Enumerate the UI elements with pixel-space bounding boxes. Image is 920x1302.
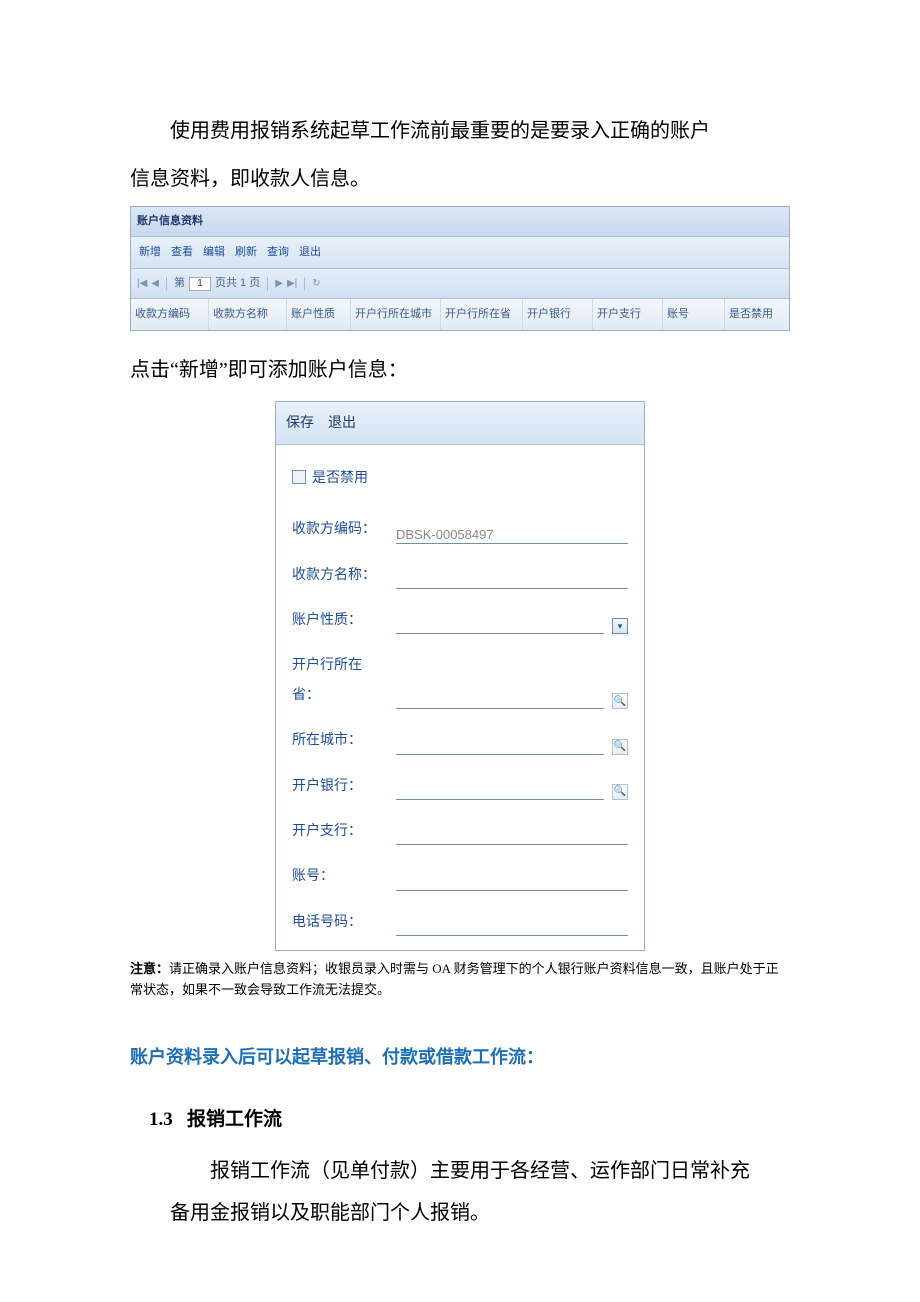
form-save-button[interactable]: 保存 xyxy=(286,408,314,437)
note: 注意：请正确录入账户信息资料；收银员录入时需与 OA 财务管理下的个人银行账户资… xyxy=(130,959,790,1001)
grid-pager: |◀ ◀ 第 页共 1 页 ▶ ▶| ↻ xyxy=(131,269,789,299)
heading-num: 1.3 xyxy=(149,1109,173,1130)
label-bank: 开户银行： xyxy=(292,771,388,800)
label-account: 账号： xyxy=(292,861,388,890)
pager-page-input[interactable] xyxy=(189,277,211,291)
toolbar-add[interactable]: 新增 xyxy=(139,241,161,264)
pager-refresh-icon[interactable]: ↻ xyxy=(312,273,320,294)
input-branch[interactable] xyxy=(396,827,628,845)
col-city[interactable]: 开户行所在城市 xyxy=(351,299,441,330)
pager-first-icon[interactable]: |◀ xyxy=(137,273,147,294)
toolbar-query[interactable]: 查询 xyxy=(267,241,289,264)
grid-title: 账户信息资料 xyxy=(131,207,789,237)
disable-label: 是否禁用 xyxy=(312,463,368,492)
pager-next-icon[interactable]: ▶ xyxy=(275,273,283,294)
input-bank[interactable] xyxy=(396,782,604,800)
body-1-3-a: 报销工作流（见单付款）主要用于各经营、运作部门日常补充 xyxy=(170,1150,790,1192)
input-code[interactable] xyxy=(396,526,628,544)
lookup-icon[interactable]: 🔍 xyxy=(612,739,628,755)
intro-line-2: 信息资料，即收款人信息。 xyxy=(130,158,790,200)
note-label: 注意： xyxy=(130,961,169,976)
label-name: 收款方名称： xyxy=(292,560,388,589)
col-account[interactable]: 账号 xyxy=(663,299,725,330)
label-province: 开户行所在省： xyxy=(292,650,388,709)
input-nature[interactable] xyxy=(396,616,604,634)
label-branch: 开户支行： xyxy=(292,816,388,845)
pager-label-suffix: 页共 1 页 xyxy=(215,272,260,295)
label-nature: 账户性质： xyxy=(292,605,388,634)
col-bank[interactable]: 开户银行 xyxy=(523,299,593,330)
dropdown-icon[interactable]: ▾ xyxy=(612,618,628,634)
col-name[interactable]: 收款方名称 xyxy=(209,299,287,330)
input-city[interactable] xyxy=(396,737,604,755)
form-toolbar: 保存 退出 xyxy=(276,402,644,444)
pager-prev-icon[interactable]: ◀ xyxy=(151,273,159,294)
heading-1-3: 1.3 报销工作流 xyxy=(130,1100,790,1140)
note-text: 请正确录入账户信息资料；收银员录入时需与 OA 财务管理下的个人银行账户资料信息… xyxy=(130,961,779,997)
toolbar-refresh[interactable]: 刷新 xyxy=(235,241,257,264)
lookup-icon[interactable]: 🔍 xyxy=(612,784,628,800)
account-form-panel: 保存 退出 是否禁用 收款方编码： 收款方名称： 账户性质： ▾ 开户行 xyxy=(275,401,645,951)
account-grid-panel: 账户信息资料 新增 查看 编辑 刷新 查询 退出 |◀ ◀ 第 页共 1 页 ▶… xyxy=(130,206,790,331)
disable-checkbox[interactable] xyxy=(292,470,306,484)
grid-headers: 收款方编码 收款方名称 账户性质 开户行所在城市 开户行所在省 开户银行 开户支… xyxy=(131,299,789,330)
label-phone: 电话号码： xyxy=(292,907,388,936)
toolbar-view[interactable]: 查看 xyxy=(171,241,193,264)
intro-line-1: 使用费用报销系统起草工作流前最重要的是要录入正确的账户 xyxy=(130,110,790,152)
col-province[interactable]: 开户行所在省 xyxy=(441,299,523,330)
toolbar-edit[interactable]: 编辑 xyxy=(203,241,225,264)
grid-toolbar: 新增 查看 编辑 刷新 查询 退出 xyxy=(131,237,789,269)
form-exit-button[interactable]: 退出 xyxy=(328,408,356,437)
add-caption: 点击“新增”即可添加账户信息： xyxy=(130,349,790,391)
section-after-account: 账户资料录入后可以起草报销、付款或借款工作流： xyxy=(130,1039,790,1077)
col-nature[interactable]: 账户性质 xyxy=(287,299,351,330)
label-city: 所在城市： xyxy=(292,725,388,754)
body-1-3-b: 备用金报销以及职能部门个人报销。 xyxy=(170,1192,790,1234)
pager-last-icon[interactable]: ▶| xyxy=(287,273,297,294)
col-disabled[interactable]: 是否禁用 xyxy=(725,299,789,330)
toolbar-exit[interactable]: 退出 xyxy=(299,241,321,264)
input-name[interactable] xyxy=(396,571,628,589)
label-code: 收款方编码： xyxy=(292,514,388,543)
input-account[interactable] xyxy=(396,873,628,891)
col-branch[interactable]: 开户支行 xyxy=(593,299,663,330)
heading-title: 报销工作流 xyxy=(187,1109,282,1130)
input-province[interactable] xyxy=(396,691,604,709)
pager-label-prefix: 第 xyxy=(174,272,185,295)
lookup-icon[interactable]: 🔍 xyxy=(612,693,628,709)
input-phone[interactable] xyxy=(396,918,628,936)
col-code[interactable]: 收款方编码 xyxy=(131,299,209,330)
